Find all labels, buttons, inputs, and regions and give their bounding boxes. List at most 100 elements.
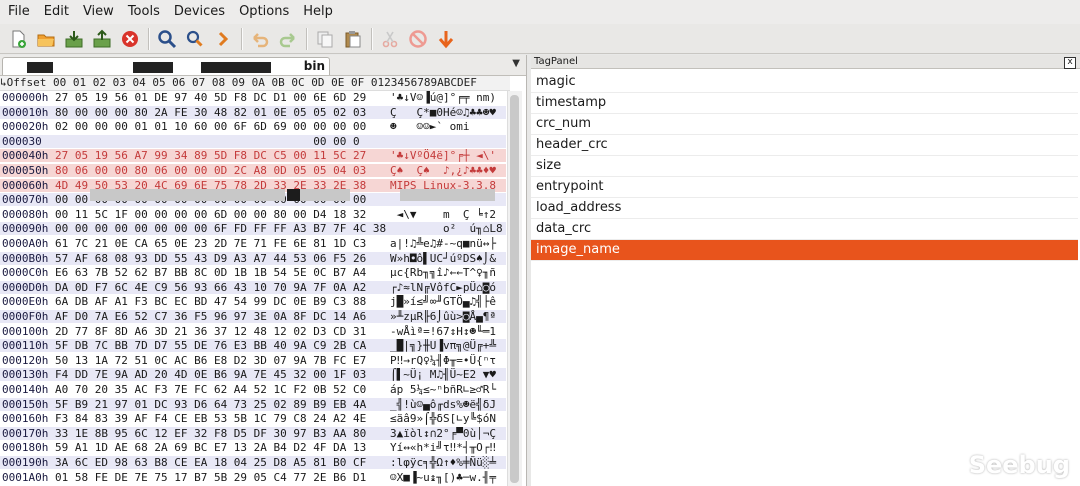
hex-row[interactable]: 000020h 02 00 00 00 01 01 10 60 00 6F 6D … (0, 120, 506, 133)
tag-item-load-address[interactable]: load_address (531, 198, 1078, 219)
hex-row-ascii: ☻ ☺☺►` omi (390, 120, 470, 134)
hex-row[interactable]: 0000A0h 61 7C 21 0E CA 65 0E 23 2D 7E 71 … (0, 237, 506, 250)
paste-button[interactable] (341, 27, 365, 51)
watermark-text: Seebug (968, 451, 1070, 479)
hex-row[interactable]: 000170h 33 1E 8B 95 6C 12 EF 32 F8 D5 DF … (0, 426, 506, 440)
tag-item-crc-num[interactable]: crc_num (531, 114, 1078, 135)
tag-list: magic timestamp crc_num header_crc size entry… (531, 72, 1078, 261)
export-button[interactable] (90, 27, 114, 51)
open-folder-icon (37, 34, 55, 46)
menu-help[interactable]: Help (296, 0, 340, 24)
find-replace-button[interactable] (183, 27, 207, 51)
hex-row-ascii: '♣↓V☺▐ú@]°╒╤ nm) (390, 91, 496, 104)
tag-item-image-name[interactable]: image_name (531, 240, 1078, 261)
delete-button[interactable] (406, 27, 430, 51)
toolbar-separator (306, 27, 307, 50)
download-button[interactable] (434, 27, 458, 51)
scissors-icon (382, 31, 398, 47)
hex-row-offset: 000020h (2, 120, 49, 134)
tag-item-entrypoint[interactable]: entrypoint (531, 177, 1078, 198)
tag-item-size[interactable]: size (531, 156, 1078, 177)
hex-row-ascii: ≤äâ9»⌠╬δS[∟y╚$óN (390, 412, 496, 426)
tag-item-data-crc[interactable]: data_crc (531, 219, 1078, 240)
hex-row[interactable]: 0000F0h AF D0 7A E6 52 C7 36 F5 96 97 3E … (0, 310, 506, 323)
hex-row[interactable]: 000030 00 00 0 (0, 134, 506, 148)
new-file-icon (12, 30, 26, 48)
menu-devices[interactable]: Devices (167, 0, 232, 24)
menu-view[interactable]: View (76, 0, 121, 24)
hex-row-ascii: Ç Ç*■0Hé☺♫♣♣☻♥ (390, 105, 496, 119)
hex-row-offset: 000000h (2, 91, 49, 104)
hex-row-bytes: A0 70 20 35 AC F3 7E FC 62 A4 52 1C F2 0… (55, 383, 367, 396)
hex-row[interactable]: 000180h 59 A1 1D AE 68 2A 69 BC E7 13 2A … (0, 441, 506, 454)
hex-row[interactable]: 0000E0h 6A DB AF A1 F3 BC EC BD 47 54 99 … (0, 295, 506, 308)
copy-button[interactable] (313, 27, 337, 51)
hex-editor-pane: bin ▼ ↳Offset 00 01 02 03 04 05 06 07 08… (0, 55, 527, 486)
hex-row-ascii: Yí↔«h*i╝τ‼*┤╥O┌‼ (390, 441, 496, 455)
redacted-block (400, 189, 495, 201)
hex-row-ascii: 3▲ïòl↕∩2°╒▀0ù│¬Ç (390, 426, 496, 440)
cut-button[interactable] (378, 27, 402, 51)
hex-row-bytes: 2D 77 8F 8D A6 3D 21 36 37 12 48 12 02 D… (55, 324, 367, 338)
go-next-button[interactable] (211, 27, 235, 51)
hex-row[interactable]: 0000B0h 57 AF 68 08 93 DD 55 43 D9 A3 A7 … (0, 251, 506, 265)
hex-row[interactable]: 000130h F4 DD 7E 9A AD 20 4D 0E B6 9A 7E … (0, 368, 506, 382)
tab-list-dropdown-icon[interactable]: ▼ (512, 58, 520, 69)
menu-file[interactable]: File (0, 0, 37, 24)
hex-row[interactable]: 0001A0h 01 58 FE DE 7E 75 17 B7 5B 29 05 … (0, 471, 506, 484)
tag-item-timestamp[interactable]: timestamp (531, 93, 1078, 114)
hex-row[interactable]: 000040h 27 05 19 56 A7 99 34 89 5D F8 DC … (0, 149, 506, 163)
hex-row[interactable]: 0000C0h E6 63 7B 52 62 B7 BB 8C 0D 1B 1B … (0, 266, 506, 279)
hex-row[interactable]: 000000h 27 05 19 56 01 DE 97 40 5D F8 DC … (0, 91, 506, 104)
hex-column-header: ↳Offset 00 01 02 03 04 05 06 07 08 09 0A… (0, 76, 510, 91)
open-file-button[interactable] (34, 27, 58, 51)
hex-row-ascii: ◄\▼ m Ç ╘↑2 (390, 207, 496, 221)
hex-row[interactable]: 000010h 80 00 00 00 80 2A FE 30 48 82 01 … (0, 105, 506, 119)
file-tab[interactable]: bin (2, 57, 330, 75)
hex-row-bytes: 50 13 1A 72 51 0C AC B6 E8 D2 3D 07 9A 7… (55, 353, 367, 367)
redo-icon (279, 32, 295, 47)
hex-row[interactable]: 000120h 50 13 1A 72 51 0C AC B6 E8 D2 3D … (0, 354, 506, 367)
hex-vertical-scrollbar[interactable] (507, 91, 522, 486)
hex-row-bytes: 27 05 19 56 A7 99 34 89 5D F8 DC C5 00 1… (55, 149, 367, 163)
hex-row-offset: 000060h (2, 178, 49, 192)
hex-row-ascii: »╨zµR╟6⌡ûù>◙Å▄¶ª (390, 310, 496, 323)
find-button[interactable] (155, 27, 179, 51)
hex-row[interactable]: 000100h 2D 77 8F 8D A6 3D 21 36 37 12 48 … (0, 325, 506, 338)
chevron-right-icon (218, 31, 229, 46)
tag-panel-close-button[interactable]: x (1064, 57, 1076, 69)
hex-row-bytes: 3A 6C ED 98 63 B8 CE EA 18 04 25 D8 A5 8… (55, 456, 367, 469)
hex-row[interactable]: 000090h 00 00 00 00 00 00 00 00 6F FD FF … (0, 222, 506, 236)
scrollbar-thumb[interactable] (510, 95, 519, 483)
hex-row[interactable]: 000140h A0 70 20 35 AC F3 7E FC 62 A4 52 … (0, 383, 506, 396)
hex-row[interactable]: 000160h F3 84 83 39 AF F4 CE EB 53 5B 1C … (0, 412, 506, 425)
hex-row[interactable]: 000190h 3A 6C ED 98 63 B8 CE EA 18 04 25 … (0, 456, 506, 469)
hex-row-offset: 000110h (2, 339, 49, 353)
hex-row[interactable]: 0000D0h DA 0D F7 6C 4E C9 56 93 66 43 10 … (0, 280, 506, 294)
hex-row-offset: 0001A0h (2, 470, 49, 484)
hex-row-bytes: 5F DB 7C BB 7D D7 55 DE 76 E3 BB 40 9A C… (55, 339, 367, 353)
import-button[interactable] (62, 27, 86, 51)
hex-row-bytes: 00 00 00 00 00 00 00 00 6F FD FF FF A3 B… (55, 222, 387, 236)
menu-edit[interactable]: Edit (37, 0, 76, 24)
tag-item-header-crc[interactable]: header_crc (531, 135, 1078, 156)
menu-options[interactable]: Options (232, 0, 296, 24)
hex-row[interactable]: 000110h 5F DB 7C BB 7D D7 55 DE 76 E3 BB … (0, 339, 506, 353)
redo-button[interactable] (276, 27, 300, 51)
hex-grid[interactable]: 000000h 27 05 19 56 01 DE 97 40 5D F8 DC … (0, 91, 506, 486)
new-file-button[interactable] (6, 27, 30, 51)
hex-row[interactable]: 000150h 5F B9 21 97 01 DC 93 D6 64 73 25 … (0, 397, 506, 411)
redacted-block (201, 62, 271, 73)
hex-row[interactable]: 000080h 00 11 5C 1F 00 00 00 00 6D 00 00 … (0, 208, 506, 221)
import-icon (65, 30, 83, 47)
undo-button[interactable] (248, 27, 272, 51)
hex-row[interactable]: 000050h 80 06 00 00 80 06 00 00 0D 2C A8 … (0, 164, 506, 177)
hex-row-ascii: ⌠▌~Ü¡ M♫╢Ü~E2 ▼♥ (390, 368, 496, 382)
menu-tools[interactable]: Tools (121, 0, 167, 24)
hex-row-ascii: ┌♪≈lN╔VôfC►pÜ⌂◙ó (390, 280, 496, 294)
hex-row-bytes: 27 05 19 56 01 DE 97 40 5D F8 DC D1 00 6… (55, 91, 367, 104)
stop-button[interactable] (118, 27, 142, 51)
tag-item-magic[interactable]: magic (531, 72, 1078, 93)
hex-row-bytes: 02 00 00 00 01 01 10 60 00 6F 6D 69 00 0… (55, 120, 367, 134)
hex-row-ascii: P‼→rQ♀¼╢Φ╥=•Ü{ⁿτ (390, 353, 496, 367)
